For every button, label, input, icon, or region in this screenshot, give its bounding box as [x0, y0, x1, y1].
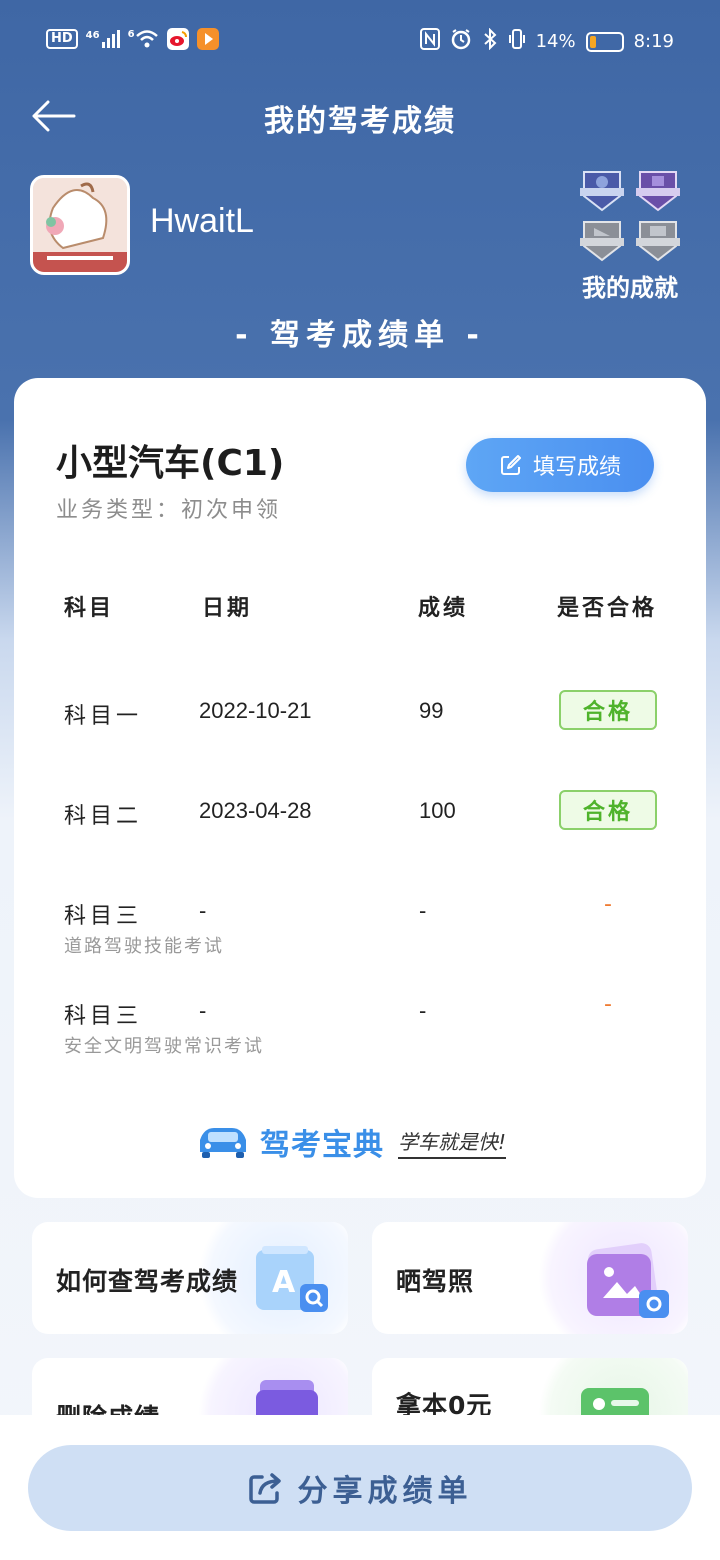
- edit-icon: [500, 455, 521, 475]
- fill-score-button[interactable]: 填写成绩: [466, 438, 654, 492]
- brand-slogan: 学车就是快!: [398, 1126, 507, 1159]
- section-title: - 驾考成绩单 -: [235, 318, 485, 353]
- table-row: 科目一 2022-10-21 99 合格: [14, 690, 706, 778]
- brand-logo: 驾考宝典 学车就是快!: [194, 1120, 507, 1164]
- photo-icon: [587, 1243, 669, 1318]
- row-score: 100: [419, 798, 456, 823]
- tile-how-to-check[interactable]: A 如何查驾考成绩: [32, 1222, 348, 1334]
- fill-score-label: 填写成绩: [532, 455, 621, 480]
- tile-label: 晒驾照: [396, 1267, 475, 1296]
- search-doc-icon: A: [256, 1246, 328, 1312]
- share-button[interactable]: 分享成绩单: [28, 1445, 692, 1531]
- row-score: -: [419, 998, 427, 1023]
- page-title: 我的驾考成绩: [264, 104, 456, 139]
- row-subject-detail: 安全文明驾驶常识考试: [64, 1036, 264, 1057]
- vibrate-icon: [508, 28, 526, 55]
- cellular-signal-icon: 46: [86, 30, 120, 48]
- row-subject: 科目三: [64, 1004, 143, 1029]
- pass-badge: 合格: [559, 790, 657, 830]
- car-logo-icon: [200, 1128, 246, 1158]
- achievements-label: 我的成就: [582, 274, 678, 302]
- business-type: 业务类型：初次申领: [56, 498, 282, 523]
- hd-badge: HD: [46, 29, 78, 49]
- battery-icon: [585, 31, 624, 52]
- achievement-medal-icon: [580, 221, 624, 262]
- brand-name: 驾考宝典: [260, 1128, 384, 1163]
- nfc-icon: [419, 28, 440, 55]
- pass-badge: 合格: [559, 690, 657, 730]
- clock-time: 8:19: [633, 31, 674, 52]
- row-date: -: [199, 998, 207, 1023]
- avatar[interactable]: [30, 175, 130, 275]
- header-date: 日期: [202, 596, 253, 621]
- score-card: 小型汽车(C1) 业务类型：初次申领 填写成绩 科目 日期 成绩 是否合格 科目…: [14, 378, 706, 1198]
- table-row: 科目三 道路驾驶技能考试 - - -: [14, 892, 706, 978]
- row-date: 2022-10-21: [199, 698, 312, 723]
- row-score: -: [419, 898, 427, 923]
- car-type: 小型汽车(C1): [56, 443, 285, 484]
- row-subject: 科目三: [64, 904, 143, 929]
- battery-percent: 14%: [535, 31, 576, 52]
- row-status: -: [604, 992, 612, 1017]
- username: HwaitL: [150, 202, 254, 240]
- table-row: 科目三 安全文明驾驶常识考试 - - -: [14, 992, 706, 1078]
- row-score: 99: [419, 698, 444, 723]
- tile-show-license[interactable]: 晒驾照: [372, 1222, 688, 1334]
- row-date: 2023-04-28: [199, 798, 312, 823]
- row-subject-detail: 道路驾驶技能考试: [64, 936, 224, 957]
- status-bar: HD 46 6 14% 8:19: [0, 0, 720, 80]
- header-score: 成绩: [418, 596, 469, 621]
- share-button-label: 分享成绩单: [297, 1474, 473, 1509]
- wifi-icon: 6: [128, 29, 159, 49]
- row-subject: 科目二: [64, 804, 143, 829]
- achievement-medal-icon: [636, 221, 680, 262]
- alarm-icon: [450, 28, 472, 55]
- avatar-image: [33, 178, 127, 272]
- tile-label: 如何查驾考成绩: [56, 1267, 239, 1296]
- achievement-medal-icon: [580, 171, 624, 212]
- header-subject: 科目: [64, 596, 115, 621]
- video-app-icon: [196, 28, 219, 50]
- achievements-section[interactable]: 我的成就: [575, 168, 685, 303]
- svg-text:A: A: [272, 1265, 296, 1300]
- row-status: -: [604, 892, 612, 917]
- bottom-bar: 分享成绩单: [0, 1415, 720, 1560]
- header-passed: 是否合格: [557, 596, 658, 621]
- row-subject: 科目一: [64, 704, 143, 729]
- table-row: 科目二 2023-04-28 100 合格: [14, 790, 706, 878]
- achievement-medal-icon: [636, 171, 680, 212]
- share-icon: [248, 1473, 281, 1504]
- row-date: -: [199, 898, 207, 923]
- bluetooth-icon: [482, 27, 498, 55]
- weibo-icon: [166, 28, 189, 50]
